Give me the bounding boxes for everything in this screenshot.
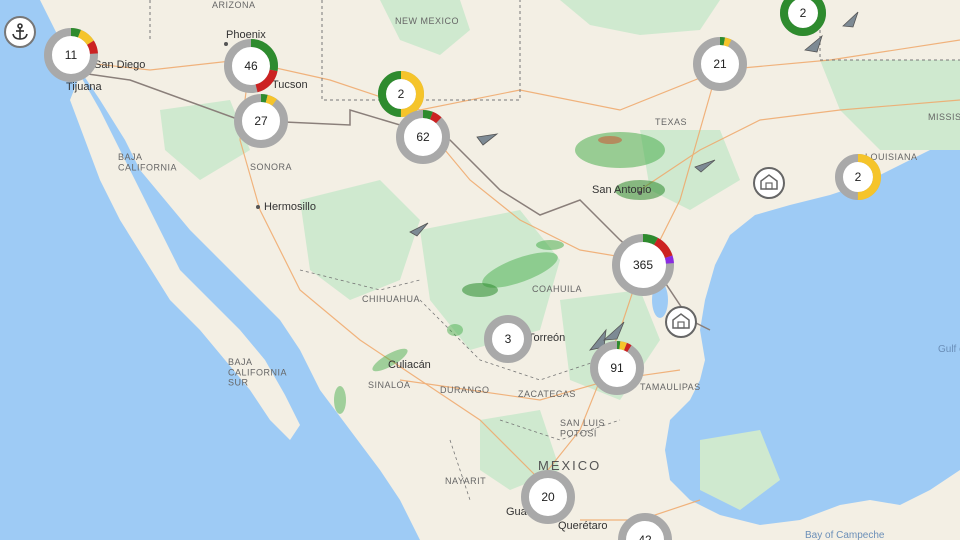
- cluster-guadalajara-count: 20: [541, 490, 555, 504]
- cluster-torreon[interactable]: 3: [484, 315, 532, 363]
- map-canvas[interactable]: ARIZONA NEW MEXICO TEXAS LOUISIANA MISSI…: [0, 0, 960, 540]
- cluster-south-texas-count: 365: [633, 258, 653, 272]
- label-culiacan: Culiacán: [388, 359, 431, 371]
- label-texas: TEXAS: [655, 117, 687, 127]
- facility-icon[interactable]: [665, 306, 697, 338]
- cluster-dallas[interactable]: 21: [693, 37, 747, 91]
- anchor-icon: [12, 23, 28, 40]
- label-durango: DURANGO: [440, 385, 490, 395]
- label-queretaro: Querétaro: [558, 520, 608, 532]
- cluster-top-right[interactable]: 2: [780, 0, 826, 36]
- label-tamaulipas: TAMAULIPAS: [640, 382, 701, 392]
- cluster-tucson[interactable]: 27: [234, 94, 288, 148]
- label-phoenix: Phoenix: [226, 29, 266, 41]
- cluster-el-paso[interactable]: 62: [396, 110, 450, 164]
- facility-icon[interactable]: [753, 167, 785, 199]
- cluster-phoenix-count: 46: [244, 59, 258, 73]
- cluster-south-texas[interactable]: 365: [612, 234, 674, 296]
- cluster-top-right-count: 2: [800, 6, 807, 20]
- label-mississippi: MISSISSIPPI: [928, 112, 960, 122]
- label-nayarit: NAYARIT: [445, 476, 486, 486]
- label-sinaloa: SINALOA: [368, 380, 411, 390]
- label-gulf: Gulf of Mexico: [938, 344, 960, 355]
- label-new-mexico: NEW MEXICO: [395, 16, 459, 26]
- cluster-tucson-count: 27: [254, 114, 268, 128]
- cluster-louisiana-count: 2: [855, 170, 862, 184]
- label-torreon: Torreón: [528, 332, 565, 344]
- cluster-dallas-count: 21: [713, 57, 727, 71]
- anchor-button[interactable]: [4, 16, 36, 48]
- label-tucson: Tucson: [272, 79, 308, 91]
- cluster-bottom-count: 42: [638, 533, 652, 540]
- label-tijuana: Tijuana: [66, 81, 103, 93]
- label-zacatecas: ZACATECAS: [518, 389, 576, 399]
- label-san-antonio: San Antonio: [592, 184, 651, 196]
- cluster-monterrey-count: 91: [610, 361, 624, 375]
- label-sonora: SONORA: [250, 162, 292, 172]
- label-bay-of-campeche: Bay of Campeche: [805, 530, 885, 540]
- label-coahuila: COAHUILA: [532, 284, 582, 294]
- label-hermosillo: Hermosillo: [264, 201, 316, 213]
- cluster-torreon-count: 3: [505, 332, 512, 346]
- label-arizona: ARIZONA: [212, 0, 256, 10]
- cluster-el-paso-count: 62: [416, 130, 430, 144]
- label-chihuahua: CHIHUAHUA: [362, 294, 420, 304]
- cluster-new-mexico-count: 2: [398, 87, 405, 101]
- cluster-bottom[interactable]: 42: [618, 513, 672, 540]
- cluster-new-mexico[interactable]: 2: [378, 71, 424, 117]
- cluster-guadalajara[interactable]: 20: [521, 470, 575, 524]
- cluster-louisiana[interactable]: 2: [835, 154, 881, 200]
- cluster-san-diego-count: 11: [65, 48, 78, 62]
- cluster-monterrey[interactable]: 91: [590, 341, 644, 395]
- label-san-diego: San Diego: [94, 59, 145, 71]
- cluster-san-diego[interactable]: 11: [44, 28, 98, 82]
- cluster-phoenix[interactable]: 46: [224, 39, 278, 93]
